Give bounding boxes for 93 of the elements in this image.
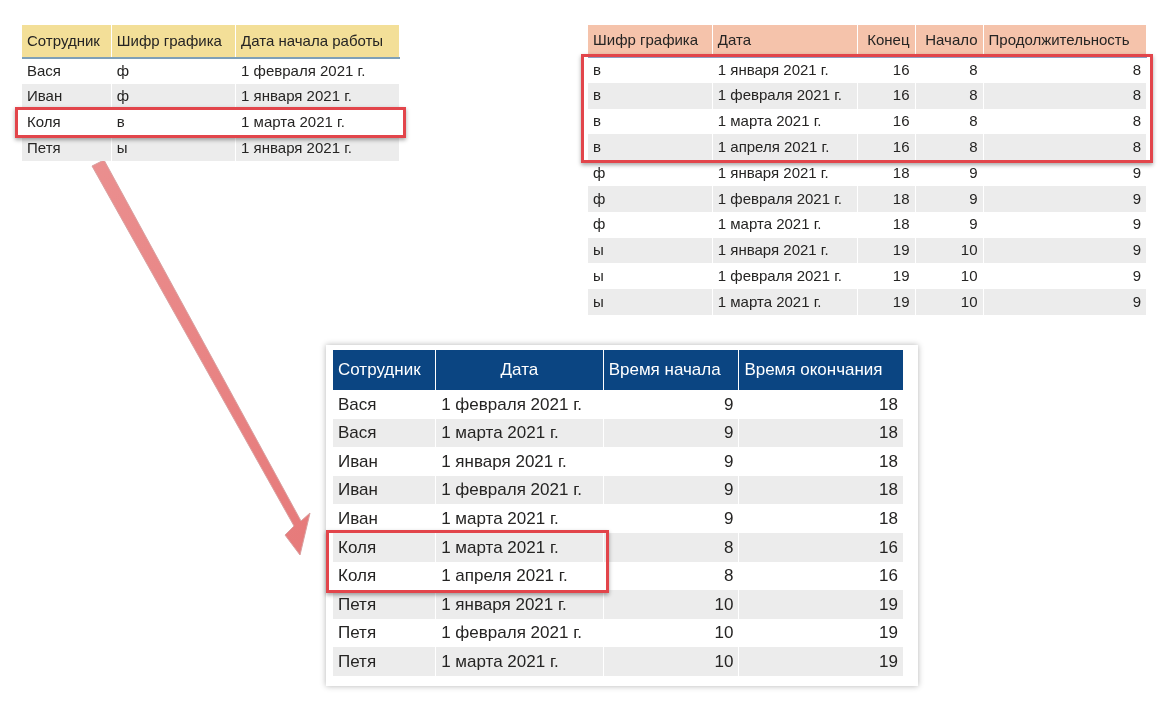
table-cell: 1 января 2021 г. <box>712 57 858 83</box>
table-cell: 1 января 2021 г. <box>712 160 858 186</box>
table-cell: ы <box>588 237 713 264</box>
table-cell: в <box>111 109 236 136</box>
table-cell: 10 <box>915 289 983 315</box>
table-cell: Коля <box>333 532 436 562</box>
table-cell: 1 марта 2021 г. <box>435 504 604 533</box>
table-cell: 8 <box>983 134 1147 161</box>
table-cell: 18 <box>738 390 904 419</box>
table-cell: 8 <box>915 57 983 83</box>
column-header: Дата <box>712 25 858 57</box>
table-cell: 18 <box>857 186 915 212</box>
table-cell: 16 <box>738 532 904 562</box>
table-cell: 9 <box>603 447 739 476</box>
table-cell: 19 <box>857 289 915 315</box>
table-cell: 1 января 2021 г. <box>435 447 604 476</box>
table-cell: Иван <box>333 475 436 505</box>
table-cell: 9 <box>983 186 1147 212</box>
table-cell: 9 <box>915 160 983 186</box>
table-cell: Иван <box>333 504 436 533</box>
table-cell: Иван <box>22 83 112 110</box>
table-cell: 1 февраля 2021 г. <box>235 58 400 84</box>
table-cell: 10 <box>603 647 739 676</box>
table-cell: 9 <box>983 160 1147 186</box>
column-header: Сотрудник <box>333 350 436 390</box>
column-header: Продолжительность <box>983 25 1147 57</box>
table-cell: 8 <box>915 82 983 109</box>
table-cell: 9 <box>603 504 739 533</box>
table-cell: в <box>588 82 713 109</box>
table-cell: 8 <box>603 532 739 562</box>
table-cell: 10 <box>603 590 739 619</box>
table-cell: 18 <box>738 447 904 476</box>
table-cell: ф <box>588 186 713 212</box>
column-header: Конец <box>857 25 915 57</box>
table-cell: 19 <box>738 590 904 619</box>
table-cell: 8 <box>915 134 983 161</box>
table-cell: Вася <box>22 58 112 84</box>
table-cell: 9 <box>603 475 739 505</box>
table-cell: 10 <box>915 237 983 264</box>
table-cell: 18 <box>738 475 904 505</box>
table-cell: 1 марта 2021 г. <box>435 647 604 676</box>
table-cell: 1 февраля 2021 г. <box>712 82 858 109</box>
column-header: Шифр графика <box>588 25 713 57</box>
table-cell: Иван <box>333 447 436 476</box>
table-cell: ф <box>588 160 713 186</box>
table-cell: 1 марта 2021 г. <box>435 532 604 562</box>
table-cell: 1 февраля 2021 г. <box>435 390 604 419</box>
table-cell: 1 марта 2021 г. <box>712 289 858 315</box>
table-cell: 1 апреля 2021 г. <box>435 561 604 591</box>
table-cell: 1 марта 2021 г. <box>235 109 400 136</box>
table-cell: Коля <box>333 561 436 591</box>
table-cell: ф <box>588 211 713 238</box>
table-cell: 9 <box>915 211 983 238</box>
table-cell: Вася <box>333 418 436 448</box>
table-cell: Петя <box>333 647 436 676</box>
table-cell: 18 <box>857 160 915 186</box>
table-cell: 8 <box>983 57 1147 83</box>
table-cell: 18 <box>738 504 904 533</box>
table-cell: 19 <box>857 237 915 264</box>
table-cell: 1 апреля 2021 г. <box>712 134 858 161</box>
table-cell: 9 <box>603 390 739 419</box>
table-cell: 1 января 2021 г. <box>712 237 858 264</box>
table-cell: 9 <box>603 418 739 448</box>
table-cell: 9 <box>983 289 1147 315</box>
column-header: Дата начала работы <box>235 25 400 58</box>
table-cell: 1 января 2021 г. <box>235 83 400 110</box>
column-header: Время окончания <box>738 350 904 390</box>
table-cell: 9 <box>983 211 1147 238</box>
table-cell: ф <box>111 58 236 84</box>
table-cell: 1 февраля 2021 г. <box>712 186 858 212</box>
table-cell: 18 <box>857 211 915 238</box>
table-cell: 16 <box>857 82 915 109</box>
column-header: Шифр графика <box>111 25 236 58</box>
table-cell: 1 марта 2021 г. <box>712 211 858 238</box>
table-cell: 9 <box>915 186 983 212</box>
table-cell: в <box>588 57 713 83</box>
column-header: Время начала <box>603 350 739 390</box>
table-cell: 18 <box>738 418 904 448</box>
table-cell: 9 <box>983 237 1147 264</box>
column-header: Сотрудник <box>22 25 112 58</box>
table-cell: 1 марта 2021 г. <box>435 418 604 448</box>
table-cell: ы <box>588 289 713 315</box>
column-header: Дата <box>435 350 604 390</box>
table-cell: 16 <box>857 57 915 83</box>
table-cell: ф <box>111 83 236 110</box>
table-cell: 16 <box>857 134 915 161</box>
table-cell: Вася <box>333 390 436 419</box>
table-cell: Коля <box>22 109 112 136</box>
table-cell: 19 <box>738 647 904 676</box>
table-cell: 8 <box>983 82 1147 109</box>
column-header: Начало <box>915 25 983 57</box>
table-cell: 1 февраля 2021 г. <box>435 475 604 505</box>
table-cell: в <box>588 134 713 161</box>
